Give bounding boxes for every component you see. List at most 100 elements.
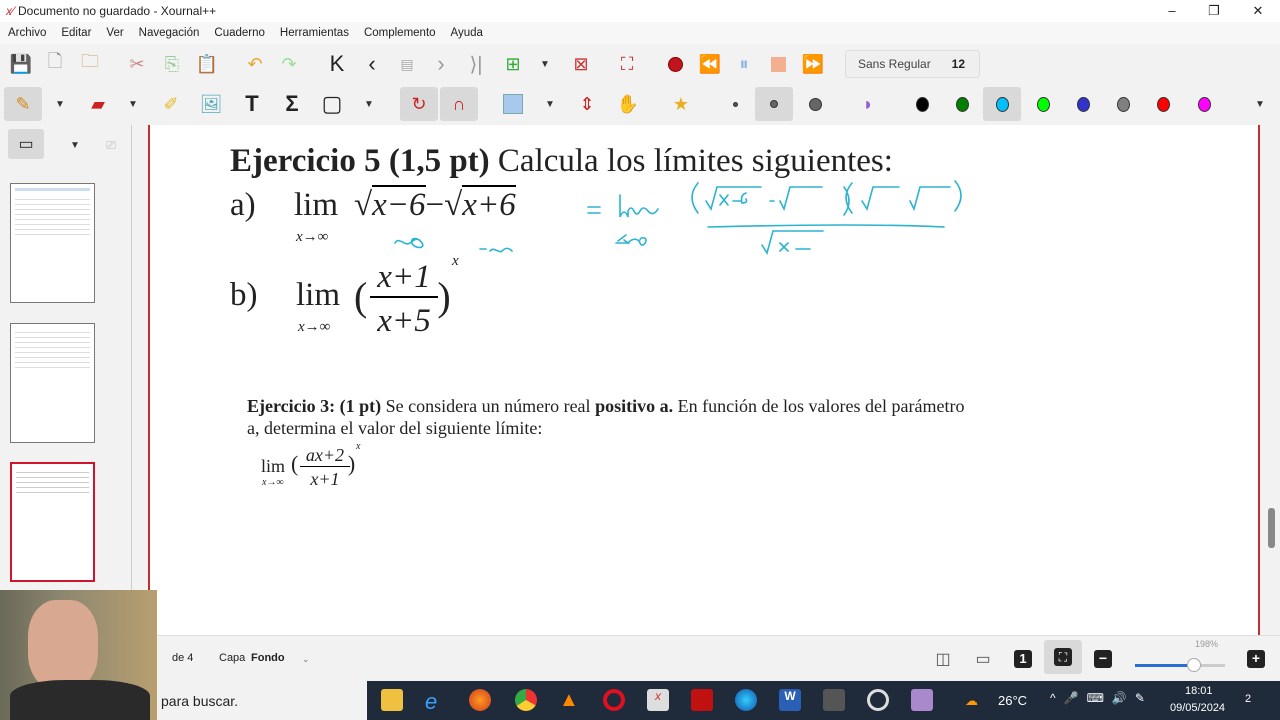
acrobat-icon[interactable] bbox=[691, 689, 713, 711]
firefox-icon[interactable] bbox=[469, 689, 491, 711]
thick-size-icon[interactable] bbox=[808, 97, 822, 111]
chevron-down-icon[interactable]: ▼ bbox=[537, 91, 563, 117]
app-icon[interactable] bbox=[823, 689, 845, 711]
zoom-slider[interactable] bbox=[1135, 658, 1225, 672]
select-rect-icon[interactable] bbox=[503, 94, 523, 114]
new-document-icon[interactable]: 🗋 bbox=[42, 51, 68, 77]
menu-ver[interactable]: Ver bbox=[106, 27, 123, 39]
chevron-down-icon[interactable]: ▼ bbox=[47, 91, 73, 117]
redo-icon[interactable]: ↷ bbox=[276, 51, 302, 77]
menu-complemento[interactable]: Complemento bbox=[364, 27, 436, 39]
vertical-space-icon[interactable]: ⇕ bbox=[574, 91, 600, 117]
shape-recognizer-icon[interactable]: ↻ bbox=[400, 87, 438, 121]
page-thumbnail-1[interactable] bbox=[10, 183, 95, 303]
word-icon[interactable]: W bbox=[779, 689, 801, 711]
two-pages-icon[interactable]: ◫ bbox=[930, 646, 956, 672]
hand-tool-icon[interactable]: ✋ bbox=[615, 91, 641, 117]
menu-herramientas[interactable]: Herramientas bbox=[280, 27, 349, 39]
fill-icon[interactable]: ◗ bbox=[855, 91, 881, 117]
color-magenta[interactable] bbox=[1197, 96, 1211, 112]
medium-size-icon[interactable] bbox=[770, 100, 778, 108]
first-page-icon[interactable]: K bbox=[324, 51, 350, 77]
page-thumbnail-2[interactable] bbox=[10, 323, 95, 443]
image-tool-icon[interactable]: 🖼 bbox=[198, 91, 224, 117]
default-tool-icon[interactable]: ★ bbox=[668, 91, 694, 117]
open-folder-icon[interactable]: 🗀 bbox=[77, 51, 103, 77]
zoom-100-icon[interactable]: 1 bbox=[1014, 650, 1032, 668]
save-icon[interactable]: 💾 bbox=[8, 51, 34, 77]
color-lime[interactable] bbox=[1036, 96, 1050, 112]
shape-tool-icon[interactable]: ▢ bbox=[319, 91, 345, 117]
obs-icon[interactable] bbox=[867, 689, 889, 711]
weather-icon[interactable]: ☁ bbox=[965, 693, 978, 709]
system-tray-icons[interactable]: ^🎤⌨🔊✎ bbox=[1050, 691, 1153, 705]
zoom-in-icon[interactable]: + bbox=[1247, 650, 1265, 668]
cut-icon[interactable]: ✂ bbox=[124, 51, 150, 77]
undo-icon[interactable]: ↶ bbox=[242, 51, 268, 77]
weather-temp[interactable]: 26°C bbox=[998, 693, 1027, 708]
clock-time[interactable]: 18:01 bbox=[1185, 685, 1213, 697]
delete-page-icon[interactable]: ⊠ bbox=[568, 51, 594, 77]
font-selector-button[interactable]: Sans Regular 12 bbox=[845, 50, 980, 78]
edge-icon[interactable] bbox=[735, 689, 757, 711]
thin-size-icon[interactable] bbox=[732, 101, 738, 107]
clock-date[interactable]: 09/05/2024 bbox=[1170, 702, 1225, 714]
highlighter-tool-icon[interactable]: ✐ bbox=[158, 91, 184, 117]
color-black[interactable] bbox=[915, 96, 929, 112]
eraser-tool-icon[interactable]: ▰ bbox=[85, 91, 111, 117]
fullscreen-icon[interactable]: ⛶ bbox=[614, 51, 640, 77]
color-cyan-selected[interactable] bbox=[995, 96, 1009, 112]
vertical-scrollbar[interactable] bbox=[1268, 508, 1275, 548]
pen-tool-icon[interactable]: ✎ bbox=[4, 87, 42, 121]
next-page-icon[interactable]: › bbox=[428, 51, 454, 77]
record-icon[interactable] bbox=[667, 56, 683, 72]
color-blue[interactable] bbox=[1076, 96, 1090, 112]
more-colors-chevron-icon[interactable]: ▼ bbox=[1247, 91, 1273, 117]
color-red[interactable] bbox=[1156, 96, 1170, 112]
page-preview-icon[interactable]: ▭ bbox=[8, 129, 44, 159]
chrome-icon[interactable] bbox=[515, 689, 537, 711]
zoom-out-icon[interactable]: − bbox=[1094, 650, 1112, 668]
chevron-down-icon[interactable]: ▼ bbox=[356, 91, 382, 117]
rewind-icon[interactable]: ⏪ bbox=[697, 51, 723, 77]
last-page-icon[interactable]: ⟩| bbox=[463, 51, 489, 77]
menu-navegacion[interactable]: Navegación bbox=[139, 27, 200, 39]
opera-icon[interactable] bbox=[603, 689, 625, 711]
menu-editar[interactable]: Editar bbox=[61, 27, 91, 39]
latex-tool-icon[interactable]: Σ bbox=[279, 91, 305, 117]
vlc-icon[interactable]: ▲ bbox=[559, 689, 581, 711]
copy-icon[interactable]: ⎘ bbox=[159, 51, 185, 77]
fast-forward-icon[interactable]: ⏩ bbox=[800, 51, 826, 77]
layer-chevron-icon[interactable]: ⌄ bbox=[302, 654, 310, 665]
menu-archivo[interactable]: Archivo bbox=[8, 27, 46, 39]
stop-icon[interactable] bbox=[770, 56, 786, 72]
close-button[interactable]: ✕ bbox=[1236, 0, 1280, 22]
chevron-down-icon[interactable]: ▼ bbox=[62, 132, 88, 158]
chevron-down-icon[interactable]: ▼ bbox=[120, 91, 146, 117]
color-gray[interactable] bbox=[1116, 96, 1130, 112]
app-icon-2[interactable] bbox=[911, 689, 933, 711]
taskbar-search[interactable]: para buscar. bbox=[157, 681, 367, 720]
internet-explorer-icon[interactable]: e bbox=[425, 689, 447, 714]
chevron-down-icon[interactable]: ▼ bbox=[532, 51, 558, 77]
menu-ayuda[interactable]: Ayuda bbox=[451, 27, 483, 39]
layer-value[interactable]: Fondo bbox=[251, 652, 285, 664]
text-tool-icon[interactable]: T bbox=[239, 91, 265, 117]
file-explorer-icon[interactable] bbox=[381, 689, 403, 711]
color-green[interactable] bbox=[955, 96, 969, 112]
notification-count[interactable]: 2 bbox=[1245, 693, 1251, 705]
maximize-button[interactable]: ❐ bbox=[1192, 0, 1236, 22]
previous-page-icon[interactable]: ‹ bbox=[359, 51, 385, 77]
add-page-icon[interactable]: ⊞ bbox=[500, 51, 526, 77]
layers-icon[interactable]: ⎚ bbox=[98, 132, 124, 158]
presentation-icon[interactable]: ▭ bbox=[970, 646, 996, 672]
paste-icon[interactable]: 📋 bbox=[194, 51, 220, 77]
pause-icon[interactable]: ⏸ bbox=[731, 51, 757, 77]
document-page[interactable]: Ejercicio 5 (1,5 pt) Calcula los límites… bbox=[148, 125, 1260, 635]
goto-page-icon[interactable]: ▤ bbox=[394, 51, 420, 77]
xournal-taskbar-icon[interactable]: x bbox=[647, 689, 669, 711]
ruler-magnet-icon[interactable]: ∩ bbox=[440, 87, 478, 121]
minimize-button[interactable]: – bbox=[1150, 0, 1194, 22]
menu-cuaderno[interactable]: Cuaderno bbox=[214, 27, 265, 39]
page-thumbnail-3[interactable] bbox=[10, 462, 95, 582]
